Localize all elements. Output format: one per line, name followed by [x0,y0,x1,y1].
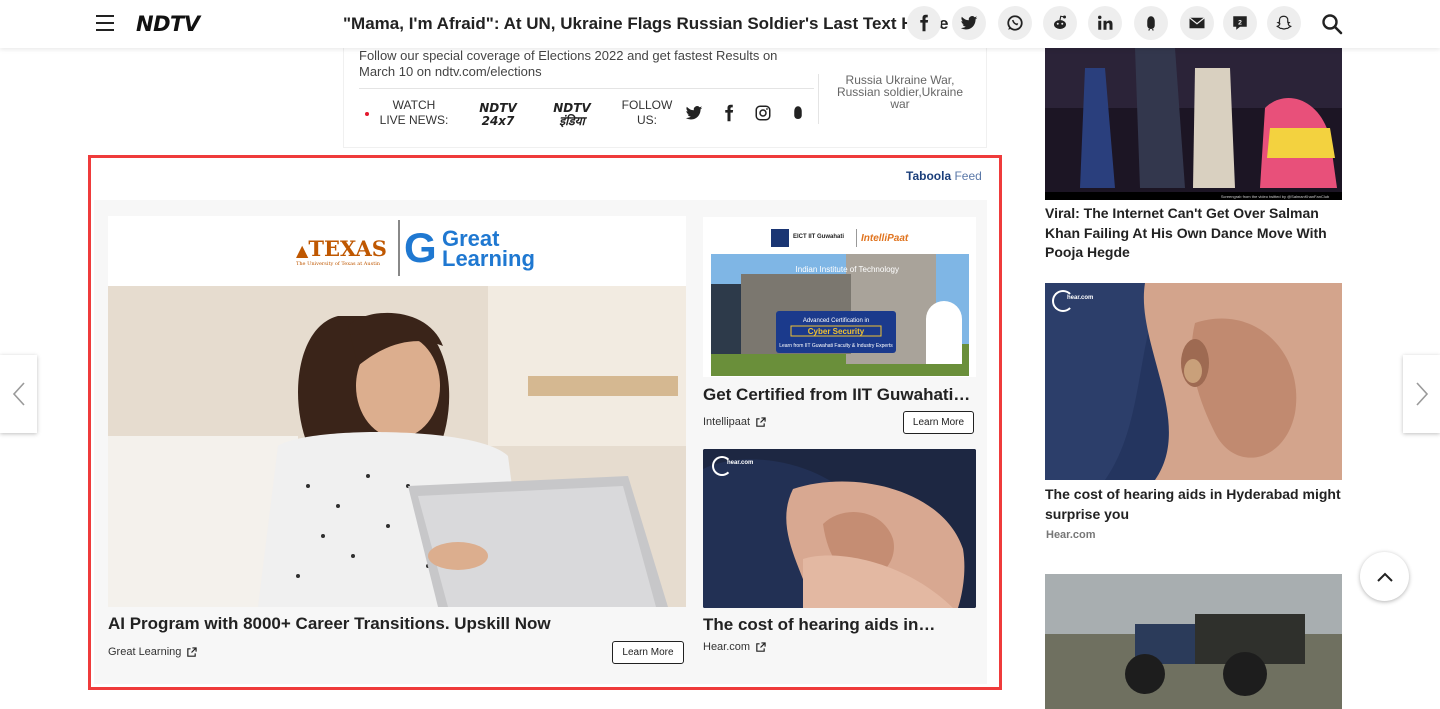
reddit-icon[interactable] [1043,6,1077,40]
ndtv-india-logo[interactable]: NDTV इंडिया [543,101,601,127]
sidebar-story-hearing-aids[interactable]: The cost of hearing aids in Hyderabad mi… [1045,485,1345,524]
chevron-left-icon [12,382,25,406]
facebook-follow-icon[interactable] [720,104,738,122]
tractor-photo [1045,574,1342,709]
ndtv-logo[interactable]: NDTV [136,12,200,36]
chevron-right-icon [1415,382,1428,406]
snapchat-icon[interactable] [1267,6,1301,40]
search-icon[interactable] [1320,12,1344,36]
scroll-to-top-button[interactable] [1360,552,1409,601]
comment-icon[interactable]: 2 [1223,6,1257,40]
instagram-follow-icon[interactable] [754,104,772,122]
elections-coverage-text: Follow our special coverage of Elections… [359,48,778,79]
twitter-icon[interactable] [952,6,986,40]
whatsapp-icon[interactable] [998,6,1032,40]
menu-icon[interactable] [96,15,114,31]
facebook-icon[interactable] [907,6,941,40]
watch-live-row: WATCH LIVE NEWS: NDTV 24x7 NDTV इंडिया F… [359,88,814,140]
linkedin-icon[interactable] [1088,6,1122,40]
comment-count: 2 [1238,20,1242,27]
watch-live-label: WATCH LIVE NEWS: [379,98,449,127]
email-icon[interactable] [1180,6,1214,40]
next-story-button[interactable] [1403,355,1440,433]
article-tags[interactable]: Russia Ukraine War, Russian soldier,Ukra… [828,74,972,110]
tags-divider [818,74,819,124]
dance-photo: Screengrab from the video twitted by @Sa… [1045,48,1342,200]
sidebar-hearing-aid-image[interactable]: hear.com [1045,283,1342,480]
sidebar-story-source[interactable]: Hear.com [1046,529,1096,541]
hear-com-logo-icon [1052,290,1074,312]
chevron-up-icon [1376,572,1393,582]
article-headline: "Mama, I'm Afraid": At UN, Ukraine Flags… [343,14,949,33]
salman-khan-dance-image[interactable]: Screengrab from the video twitted by @Sa… [1045,48,1342,200]
top-navigation-bar: NDTV "Mama, I'm Afraid": At UN, Ukraine … [0,0,1440,48]
previous-story-button[interactable] [0,355,37,433]
follow-us-label: FOLLOW US: [621,98,673,127]
tractor-image[interactable] [1045,574,1342,709]
live-dot-icon [365,112,369,116]
koo-icon[interactable] [1134,6,1168,40]
sidebar-story-salman-khan[interactable]: Viral: The Internet Can't Get Over Salma… [1045,204,1345,263]
hear-com-logo: hear.com [1067,295,1094,301]
image-caption: Screengrab from the video twitted by @Sa… [1221,194,1330,199]
twitter-follow-icon[interactable] [685,104,703,122]
koo-follow-icon[interactable] [789,104,807,122]
ndtv-24x7-logo[interactable]: NDTV 24x7 [471,101,525,127]
ear-closeup-photo [1045,283,1342,480]
highlighted-ad-region [88,155,1002,690]
